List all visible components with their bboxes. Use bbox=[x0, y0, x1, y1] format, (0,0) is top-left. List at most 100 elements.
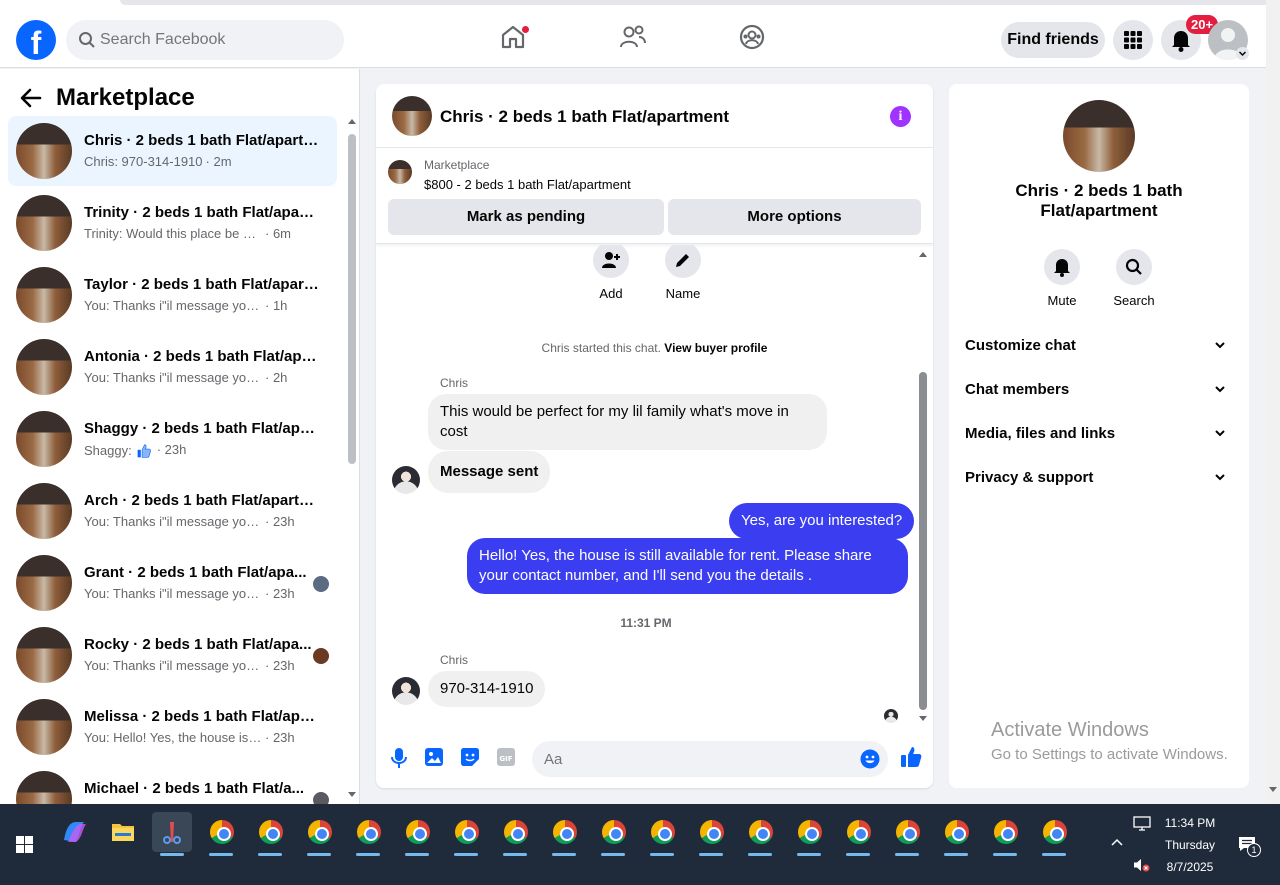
chrome-window-icon[interactable] bbox=[642, 812, 682, 856]
notification-center[interactable]: 1 bbox=[1238, 835, 1261, 858]
conversation-item[interactable]: Trinity · 2 beds 1 bath Flat/apart... Tri… bbox=[8, 188, 337, 258]
snipping-tool-icon[interactable] bbox=[152, 812, 192, 856]
chrome-window-icon[interactable] bbox=[348, 812, 388, 856]
chat-title[interactable]: Chris · 2 beds 1 bath Flat/apartment bbox=[440, 107, 729, 127]
chrome-window-icon[interactable] bbox=[495, 812, 535, 856]
chrome-window-icon[interactable] bbox=[936, 812, 976, 856]
conversation-item[interactable]: Shaggy · 2 beds 1 bath Flat/apar... Shagg… bbox=[8, 404, 337, 474]
chrome-window-icon[interactable] bbox=[250, 812, 290, 856]
listing-thumbnail bbox=[16, 627, 72, 683]
view-buyer-profile-link[interactable]: View buyer profile bbox=[664, 341, 767, 355]
scroll-thumb[interactable] bbox=[348, 134, 356, 464]
conversation-item[interactable]: Melissa · 2 beds 1 bath Flat/apar... You:… bbox=[8, 692, 337, 762]
sticker-icon[interactable] bbox=[460, 747, 480, 767]
chrome-window-icon[interactable] bbox=[1034, 812, 1074, 856]
chrome-window-icon[interactable] bbox=[544, 812, 584, 856]
incoming-message[interactable]: This would be perfect for my lil family … bbox=[428, 394, 827, 450]
conversation-item[interactable]: Chris · 2 beds 1 bath Flat/apartm... Chri… bbox=[8, 116, 337, 186]
sender-name: Chris bbox=[440, 376, 469, 390]
privacy-support-section[interactable]: Privacy & support bbox=[965, 460, 1233, 496]
listing-price[interactable]: $800 - 2 beds 1 bath Flat/apartment bbox=[424, 177, 631, 192]
pencil-icon bbox=[676, 254, 689, 267]
chrome-window-icon[interactable] bbox=[446, 812, 486, 856]
menu-button[interactable] bbox=[1113, 20, 1153, 60]
message-field[interactable] bbox=[532, 741, 888, 777]
chrome-window-icon[interactable] bbox=[201, 812, 241, 856]
conversation-item[interactable]: Rocky · 2 beds 1 bath Flat/apa... You: Th… bbox=[8, 620, 337, 690]
message-input[interactable] bbox=[544, 741, 844, 777]
chrome-window-icon[interactable] bbox=[838, 812, 878, 856]
outgoing-message[interactable]: Yes, are you interested? bbox=[729, 503, 915, 539]
chrome-window-icon[interactable] bbox=[593, 812, 633, 856]
chrome-icon bbox=[259, 820, 283, 844]
groups-icon[interactable] bbox=[739, 24, 765, 50]
conversation-preview-line: You: Thanks i"il message you in a ...· 2… bbox=[84, 514, 324, 529]
scroll-up-icon[interactable] bbox=[918, 250, 928, 258]
scroll-down-icon[interactable] bbox=[1268, 786, 1278, 794]
media-files-links-section[interactable]: Media, files and links bbox=[965, 416, 1233, 452]
conversation-scrollbar[interactable] bbox=[347, 117, 356, 802]
chrome-window-icon[interactable] bbox=[985, 812, 1025, 856]
back-arrow-icon[interactable] bbox=[20, 88, 42, 108]
mark-pending-button[interactable]: Mark as pending bbox=[388, 199, 664, 235]
incoming-message[interactable]: Message sent bbox=[428, 451, 551, 493]
friends-icon[interactable] bbox=[619, 24, 647, 50]
gif-icon[interactable]: GIF bbox=[496, 747, 516, 767]
clock-date[interactable]: 8/7/2025 bbox=[1155, 860, 1225, 874]
volume-muted-icon[interactable] bbox=[1133, 858, 1151, 872]
find-friends-button[interactable]: Find friends bbox=[1001, 22, 1105, 58]
chat-scrollbar[interactable] bbox=[918, 250, 928, 725]
show-hidden-icons-icon[interactable] bbox=[1111, 838, 1123, 846]
search-box[interactable] bbox=[66, 20, 344, 60]
scroll-down-icon[interactable] bbox=[918, 715, 928, 723]
search-input[interactable] bbox=[100, 20, 330, 60]
sender-name: Chris bbox=[440, 653, 469, 667]
chrome-window-icon[interactable] bbox=[789, 812, 829, 856]
chrome-icon bbox=[945, 820, 969, 844]
listing-avatar-large[interactable] bbox=[1063, 100, 1135, 172]
chrome-window-icon[interactable] bbox=[299, 812, 339, 856]
search-action[interactable]: Search bbox=[1104, 249, 1164, 308]
activate-windows-watermark: Activate Windows Go to Settings to activ… bbox=[991, 719, 1228, 763]
thumbs-up-icon[interactable] bbox=[900, 746, 922, 768]
add-action[interactable]: Add bbox=[581, 245, 641, 301]
chrome-window-icon[interactable] bbox=[397, 812, 437, 856]
chrome-window-icon[interactable] bbox=[691, 812, 731, 856]
scroll-down-icon[interactable] bbox=[347, 791, 357, 799]
outgoing-message[interactable]: Hello! Yes, the house is still available… bbox=[467, 538, 908, 594]
chat-members-section[interactable]: Chat members bbox=[965, 372, 1233, 408]
listing-thumbnail[interactable] bbox=[388, 160, 412, 184]
chrome-window-icon[interactable] bbox=[887, 812, 927, 856]
info-icon[interactable]: i bbox=[890, 106, 911, 127]
incoming-message[interactable]: 970-314-1910 bbox=[428, 671, 546, 707]
scroll-thumb[interactable] bbox=[919, 372, 927, 710]
account-chevron-icon[interactable] bbox=[1236, 47, 1249, 60]
conversation-item[interactable]: Antonia · 2 beds 1 bath Flat/apa... You: … bbox=[8, 332, 337, 402]
page-scrollbar[interactable] bbox=[1266, 0, 1280, 804]
copilot-icon[interactable] bbox=[54, 812, 94, 852]
conversation-item[interactable]: Grant · 2 beds 1 bath Flat/apa... You: Th… bbox=[8, 548, 337, 618]
photo-icon[interactable] bbox=[424, 747, 444, 767]
network-icon[interactable] bbox=[1133, 816, 1151, 832]
windows-start-icon[interactable] bbox=[16, 836, 33, 853]
chris-avatar[interactable] bbox=[392, 677, 420, 705]
emoji-icon[interactable] bbox=[860, 749, 880, 769]
microphone-icon[interactable] bbox=[390, 747, 408, 769]
file-explorer-icon[interactable] bbox=[103, 812, 143, 852]
conversation-item[interactable]: Michael · 2 beds 1 bath Flat/a... bbox=[8, 764, 337, 804]
chris-avatar[interactable] bbox=[392, 466, 420, 494]
chrome-window-icon[interactable] bbox=[740, 812, 780, 856]
listing-avatar[interactable] bbox=[392, 96, 432, 136]
scroll-up-icon[interactable] bbox=[347, 117, 357, 125]
name-action[interactable]: Name bbox=[653, 245, 713, 301]
conversation-item[interactable]: Taylor · 2 beds 1 bath Flat/apart... You:… bbox=[8, 260, 337, 330]
clock-time[interactable]: 11:34 PM bbox=[1155, 816, 1225, 830]
conversation-item[interactable]: Arch · 2 beds 1 bath Flat/apartm... You: … bbox=[8, 476, 337, 546]
facebook-logo[interactable]: f bbox=[16, 20, 56, 61]
customize-chat-section[interactable]: Customize chat bbox=[965, 328, 1233, 364]
mute-action[interactable]: Mute bbox=[1032, 249, 1092, 308]
clock-day[interactable]: Thursday bbox=[1155, 838, 1225, 852]
add-person-icon bbox=[602, 252, 620, 268]
more-options-button[interactable]: More options bbox=[668, 199, 921, 235]
chevron-down-icon bbox=[1215, 474, 1225, 481]
